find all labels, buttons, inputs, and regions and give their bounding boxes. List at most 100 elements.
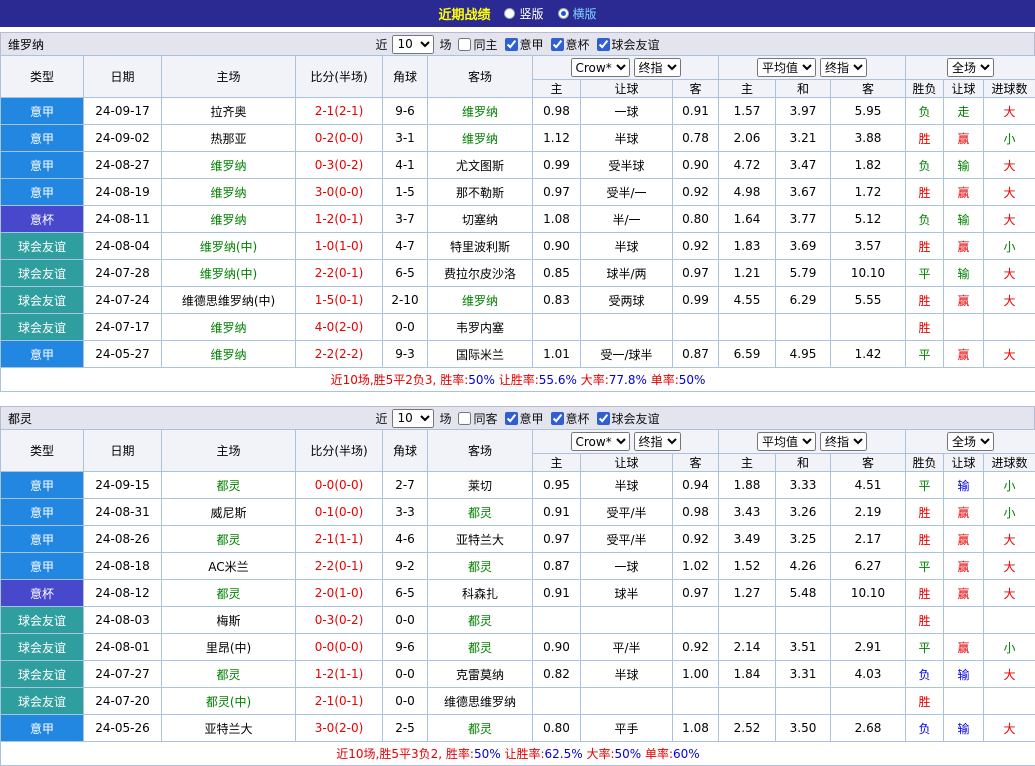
handicap-home-odds: 0.95 <box>533 472 581 499</box>
home-team[interactable]: 都灵 <box>162 526 296 553</box>
away-team[interactable]: 那不勒斯 <box>428 179 533 206</box>
home-team[interactable]: AC米兰 <box>162 553 296 580</box>
sub-col-header: 客 <box>673 454 719 472</box>
home-team[interactable]: 都灵 <box>162 472 296 499</box>
league-filter-2-checkbox[interactable] <box>597 412 610 425</box>
odds-source-select[interactable]: Crow* <box>571 58 630 77</box>
away-team[interactable]: 维德思维罗纳 <box>428 688 533 715</box>
away-team[interactable]: 都灵 <box>428 634 533 661</box>
summary-stat-label: 让胜率: <box>504 747 544 761</box>
avg-source-select[interactable]: 平均值 <box>757 432 816 451</box>
col-header: 日期 <box>84 430 162 472</box>
goals-result-cell: 大 <box>984 341 1035 368</box>
away-team[interactable]: 都灵 <box>428 607 533 634</box>
home-team[interactable]: 维罗纳 <box>162 206 296 233</box>
goals-result-cell: 大 <box>984 580 1035 607</box>
summary-stat-value: 50% <box>474 747 505 761</box>
avg-away-odds: 6.27 <box>831 553 906 580</box>
same-venue-filter-checkbox[interactable] <box>458 412 471 425</box>
home-team[interactable]: 亚特兰大 <box>162 715 296 742</box>
league-filter-1[interactable]: 意杯 <box>551 36 590 53</box>
home-team[interactable]: 维罗纳 <box>162 152 296 179</box>
league-filter-0[interactable]: 意甲 <box>505 410 544 427</box>
home-team[interactable]: 维德思维罗纳(中) <box>162 287 296 314</box>
home-team[interactable]: 威尼斯 <box>162 499 296 526</box>
league-cell: 意甲 <box>1 152 84 179</box>
home-team[interactable]: 都灵 <box>162 580 296 607</box>
odds-final-select[interactable]: 终指 <box>634 58 681 77</box>
avg-away-odds: 4.03 <box>831 661 906 688</box>
odds-final-select[interactable]: 终指 <box>634 432 681 451</box>
result-cell: 平 <box>906 472 944 499</box>
view-radio-vertical[interactable]: 竖版 <box>504 5 543 22</box>
goals-result-cell: 小 <box>984 125 1035 152</box>
same-venue-filter[interactable]: 同主 <box>458 36 497 53</box>
corners-cell: 0-0 <box>383 607 428 634</box>
away-team[interactable]: 韦罗内塞 <box>428 314 533 341</box>
goals-result-cell <box>984 607 1035 634</box>
league-filter-0-checkbox[interactable] <box>505 412 518 425</box>
recent-count-select[interactable]: 10 <box>392 409 434 428</box>
result-cell: 胜 <box>906 580 944 607</box>
odds-source-select[interactable]: Crow* <box>571 432 630 451</box>
summary-stat-label: 大率: <box>581 373 609 387</box>
avg-home-odds <box>719 314 776 341</box>
away-team[interactable]: 维罗纳 <box>428 98 533 125</box>
away-team[interactable]: 科森扎 <box>428 580 533 607</box>
home-team[interactable]: 都灵(中) <box>162 688 296 715</box>
away-team[interactable]: 都灵 <box>428 553 533 580</box>
league-filter-2-checkbox[interactable] <box>597 38 610 51</box>
away-team[interactable]: 特里波利斯 <box>428 233 533 260</box>
avg-final-select[interactable]: 终指 <box>820 58 867 77</box>
away-team[interactable]: 都灵 <box>428 499 533 526</box>
home-team[interactable]: 维罗纳 <box>162 341 296 368</box>
avg-source-select[interactable]: 平均值 <box>757 58 816 77</box>
league-cell: 球会友谊 <box>1 634 84 661</box>
view-radio-horizontal[interactable]: 横版 <box>558 5 597 22</box>
avg-final-select[interactable]: 终指 <box>820 432 867 451</box>
home-team[interactable]: 维罗纳(中) <box>162 260 296 287</box>
away-team[interactable]: 克雷莫纳 <box>428 661 533 688</box>
away-team[interactable]: 费拉尔皮沙洛 <box>428 260 533 287</box>
avg-home-odds: 2.06 <box>719 125 776 152</box>
home-team[interactable]: 拉齐奥 <box>162 98 296 125</box>
score-cell: 1-0(1-0) <box>296 233 383 260</box>
avg-home-odds: 1.27 <box>719 580 776 607</box>
away-team[interactable]: 尤文图斯 <box>428 152 533 179</box>
result-cell: 负 <box>906 98 944 125</box>
away-team[interactable]: 国际米兰 <box>428 341 533 368</box>
home-team[interactable]: 梅斯 <box>162 607 296 634</box>
league-filter-0[interactable]: 意甲 <box>505 36 544 53</box>
league-filter-2[interactable]: 球会友谊 <box>597 410 660 427</box>
handicap-home-odds: 0.87 <box>533 553 581 580</box>
team-section: 维罗纳近10场同主意甲意杯球会友谊类型日期主场比分(半场)角球客场Crow*终指… <box>0 32 1035 392</box>
corners-cell: 2-10 <box>383 287 428 314</box>
league-filter-2[interactable]: 球会友谊 <box>597 36 660 53</box>
recent-count-select[interactable]: 10 <box>392 35 434 54</box>
league-cell: 意甲 <box>1 499 84 526</box>
league-filter-1-checkbox[interactable] <box>551 38 564 51</box>
match-row: 意甲24-08-31威尼斯0-1(0-0)3-3都灵0.91受平/半0.983.… <box>1 499 1035 526</box>
league-filter-0-checkbox[interactable] <box>505 38 518 51</box>
full-match-select[interactable]: 全场 <box>947 432 994 451</box>
home-team[interactable]: 维罗纳(中) <box>162 233 296 260</box>
handicap-result-cell: 走 <box>944 98 984 125</box>
home-team[interactable]: 里昂(中) <box>162 634 296 661</box>
home-team[interactable]: 维罗纳 <box>162 179 296 206</box>
away-team[interactable]: 都灵 <box>428 715 533 742</box>
same-venue-filter-checkbox[interactable] <box>458 38 471 51</box>
away-team[interactable]: 维罗纳 <box>428 287 533 314</box>
league-filter-1[interactable]: 意杯 <box>551 410 590 427</box>
avg-draw-odds: 3.97 <box>776 98 831 125</box>
away-team[interactable]: 切塞纳 <box>428 206 533 233</box>
league-filter-1-checkbox[interactable] <box>551 412 564 425</box>
same-venue-filter[interactable]: 同客 <box>458 410 497 427</box>
full-match-select[interactable]: 全场 <box>947 58 994 77</box>
away-team[interactable]: 维罗纳 <box>428 125 533 152</box>
home-team[interactable]: 维罗纳 <box>162 314 296 341</box>
home-team[interactable]: 都灵 <box>162 661 296 688</box>
score-cell: 2-2(2-2) <box>296 341 383 368</box>
away-team[interactable]: 莱切 <box>428 472 533 499</box>
home-team[interactable]: 热那亚 <box>162 125 296 152</box>
away-team[interactable]: 亚特兰大 <box>428 526 533 553</box>
